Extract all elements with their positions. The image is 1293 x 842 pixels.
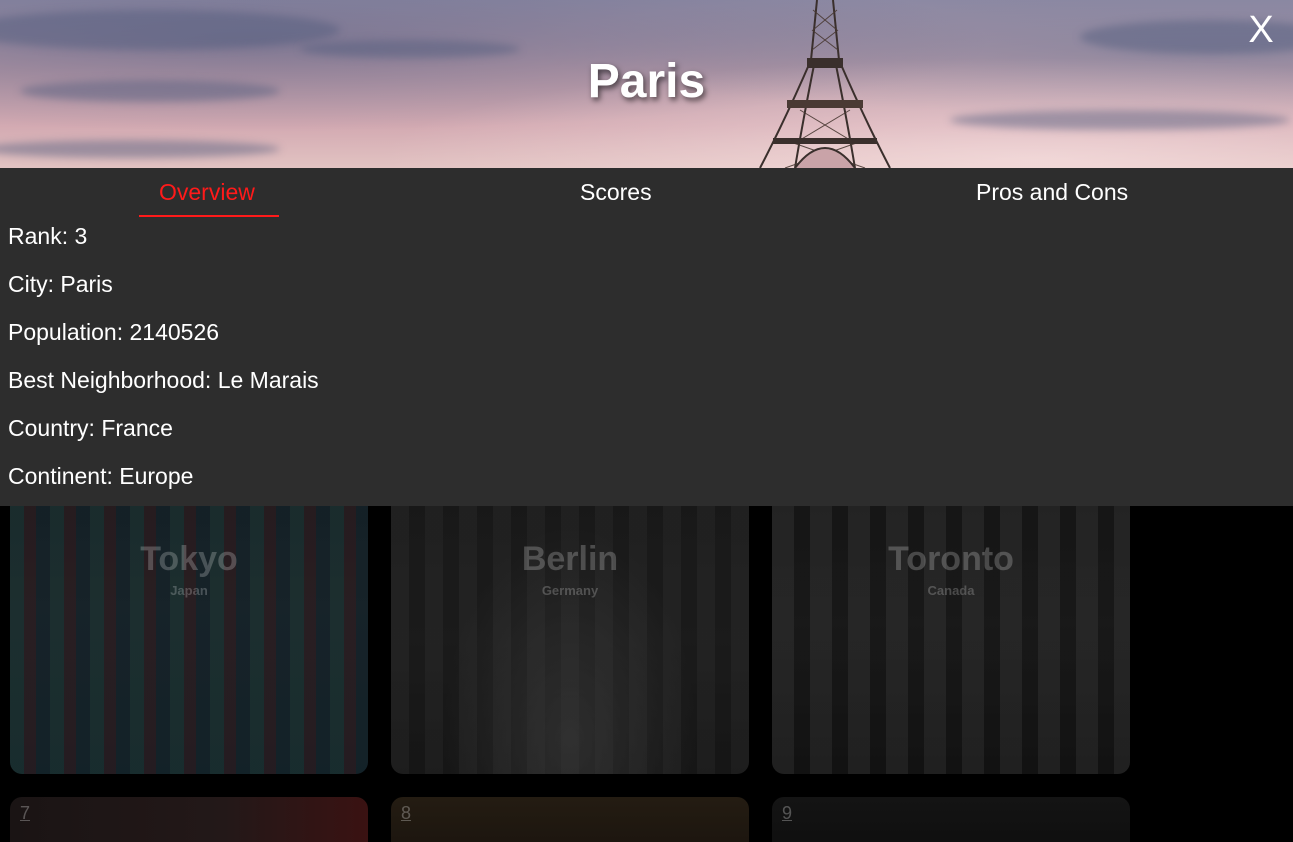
cloud-shape (950, 110, 1290, 130)
city-card-7[interactable]: 7 (10, 797, 368, 842)
info-country: Country: France (8, 415, 173, 441)
city-card-9[interactable]: 9 (772, 797, 1130, 842)
overview-panel: Rank: 3 City: Paris Population: 2140526 … (0, 212, 1293, 500)
card-country-name: Germany (541, 583, 599, 598)
info-continent: Continent: Europe (8, 463, 194, 489)
card-city-name: Tokyo (140, 540, 238, 578)
modal-title: Paris (587, 55, 706, 108)
card-city-name: Berlin (521, 540, 619, 578)
close-icon[interactable]: X (1248, 9, 1273, 51)
info-rank: Rank: 3 (8, 223, 88, 249)
card-rank: 8 (401, 803, 412, 823)
page: 4 Tokyo Japan 5 Berlin Germany 6 Toronto… (0, 0, 1293, 842)
tab-overview[interactable]: Overview (159, 179, 255, 206)
cloud-shape (0, 10, 340, 50)
card-rank: 9 (782, 803, 793, 823)
info-city: City: Paris (8, 271, 113, 297)
close-button[interactable]: X (1241, 8, 1281, 52)
card-country-name: Canada (927, 583, 975, 598)
cloud-shape (0, 140, 280, 158)
tab-bar: Overview Scores Pros and Cons (0, 168, 1293, 218)
hero-image: Paris X (0, 0, 1293, 168)
card-country-name: Japan (170, 583, 208, 598)
card-rank: 7 (20, 803, 31, 823)
city-detail-modal: Paris X Overview Scores Pros and Cons Ra… (0, 0, 1293, 506)
info-best-neighborhood: Best Neighborhood: Le Marais (8, 367, 319, 393)
city-card-8[interactable]: 8 (391, 797, 749, 842)
tab-scores[interactable]: Scores (580, 179, 652, 206)
tab-pros-and-cons[interactable]: Pros and Cons (976, 179, 1128, 206)
info-population: Population: 2140526 (8, 319, 220, 345)
card-city-name: Toronto (888, 540, 1014, 578)
